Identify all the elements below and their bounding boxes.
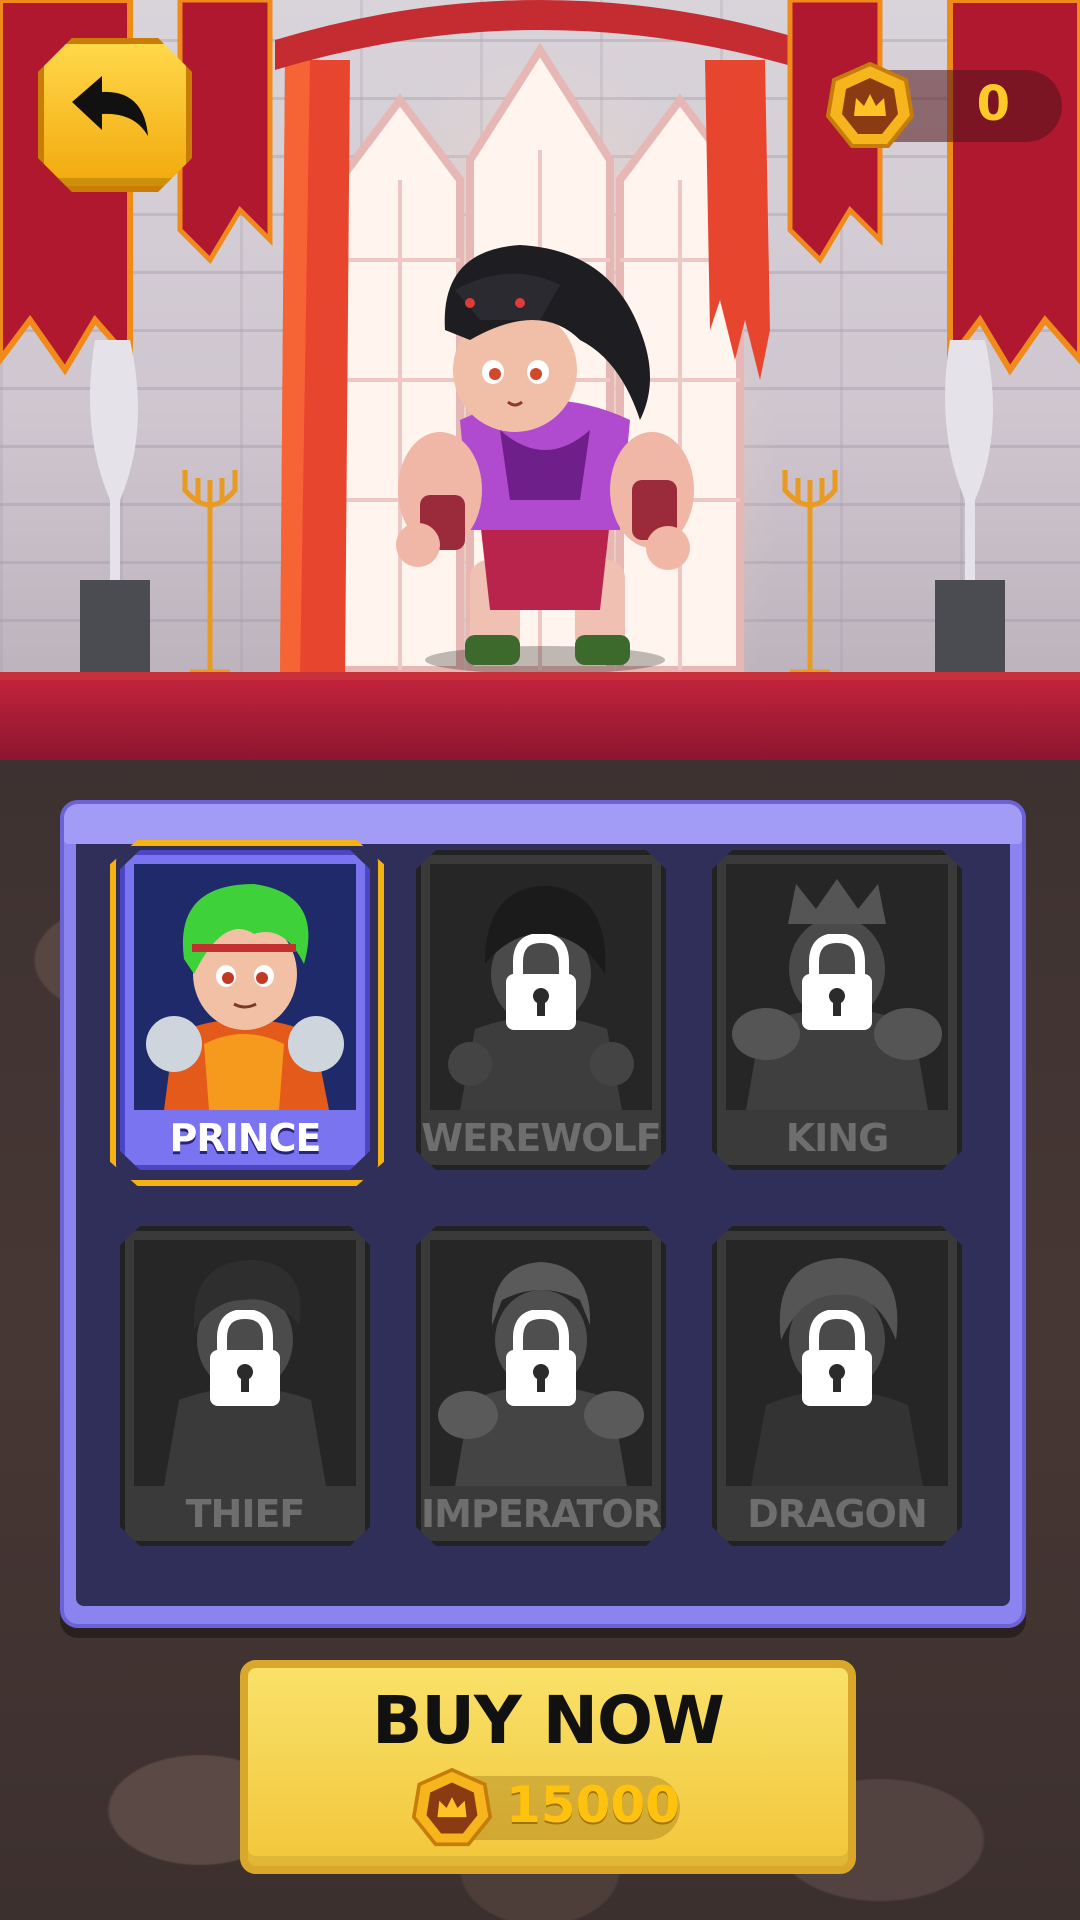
- back-arrow-icon: [72, 76, 148, 136]
- character-panel: PRINCE WEREWOLF KING THIEF IMPERATOR DRA…: [60, 800, 1026, 1628]
- character-card-prince[interactable]: PRINCE: [110, 840, 384, 1186]
- buy-now-label: BUY NOW: [372, 1682, 725, 1759]
- candelabra-right: [782, 470, 838, 675]
- candelabra-left: [182, 470, 238, 675]
- character-name: WEREWOLF: [421, 1116, 661, 1160]
- character-card-dragon[interactable]: DRAGON: [712, 1226, 962, 1546]
- character-name: THIEF: [185, 1492, 306, 1536]
- crown-coin-icon: [412, 1768, 492, 1847]
- character-name: PRINCE: [169, 1116, 322, 1160]
- character-name: KING: [785, 1116, 890, 1160]
- character-card-king[interactable]: KING: [712, 850, 962, 1170]
- price-amount: 15000: [506, 1776, 680, 1834]
- back-button[interactable]: [38, 38, 192, 192]
- vase-left: [80, 340, 150, 680]
- lock-icon: [506, 934, 576, 1030]
- buy-now-button[interactable]: BUY NOW 15000: [240, 1660, 856, 1874]
- lock-icon: [802, 934, 872, 1030]
- character-card-werewolf[interactable]: WEREWOLF: [416, 850, 666, 1170]
- character-name: DRAGON: [747, 1492, 928, 1536]
- castle-scene: 0: [0, 0, 1080, 680]
- lock-icon: [802, 1310, 872, 1406]
- character-card-thief[interactable]: THIEF: [120, 1226, 370, 1546]
- lock-icon: [210, 1310, 280, 1406]
- character-portrait: [134, 864, 356, 1110]
- vase-right: [935, 340, 1005, 680]
- crown-coin-icon: [826, 62, 914, 148]
- lock-icon: [506, 1310, 576, 1406]
- character-name: IMPERATOR: [421, 1492, 662, 1536]
- coin-count: 0: [976, 76, 1010, 132]
- character-card-imperator[interactable]: IMPERATOR: [416, 1226, 666, 1546]
- floor-slab: [0, 680, 1080, 766]
- stage-floor: [0, 672, 1080, 680]
- prince-portrait: [134, 864, 356, 1110]
- banner-right: [787, 0, 1080, 376]
- panel-header: [64, 804, 1022, 844]
